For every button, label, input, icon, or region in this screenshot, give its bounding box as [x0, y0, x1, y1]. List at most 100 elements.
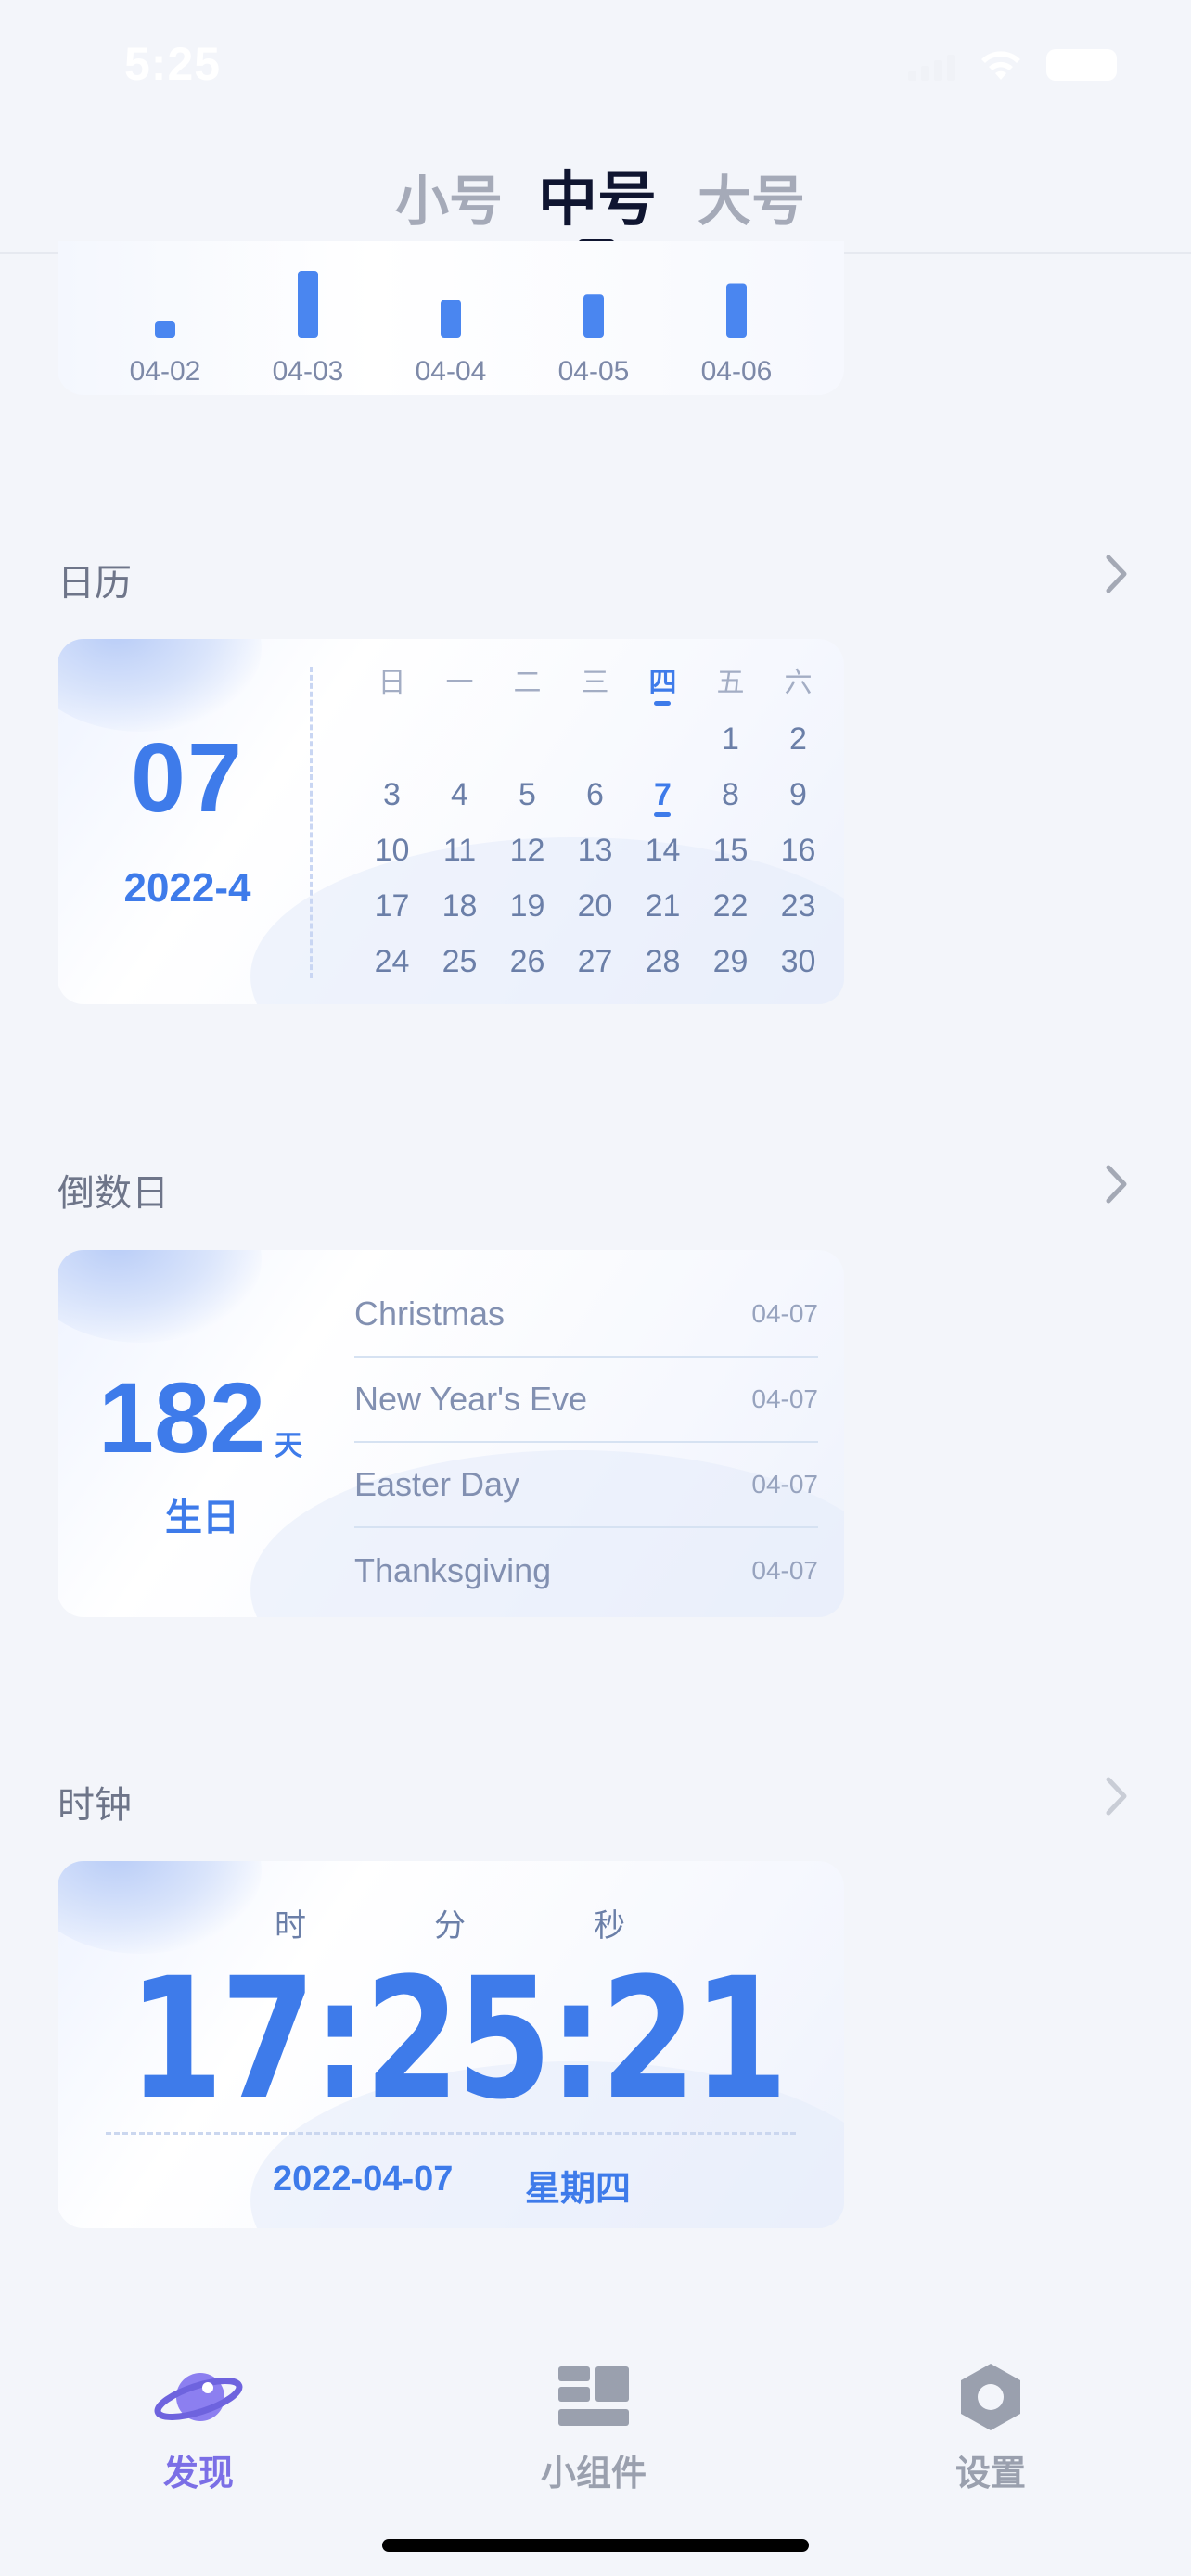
- calendar-date[interactable]: 8: [697, 767, 764, 823]
- bar-label: 04-03: [273, 356, 344, 387]
- tab-small[interactable]: 小号: [395, 158, 503, 236]
- tab-settings-label: 设置: [954, 2455, 1026, 2493]
- bar-04-06: [726, 283, 747, 338]
- bar-label: 04-04: [416, 356, 487, 387]
- countdown-row: Easter Day 04-07: [354, 1443, 818, 1528]
- calendar-date[interactable]: 1: [697, 711, 764, 767]
- calendar-date[interactable]: 25: [426, 934, 493, 989]
- countdown-event-name: Thanksgiving: [354, 1551, 552, 1589]
- today-marker: [654, 701, 671, 706]
- countdown-row: Christmas 04-07: [354, 1272, 818, 1358]
- weekday-header: 三: [581, 668, 609, 698]
- calendar-date[interactable]: 12: [493, 823, 561, 878]
- today-marker: [654, 812, 671, 817]
- calendar-date[interactable]: 4: [426, 767, 493, 823]
- countdown-row: New Year's Eve 04-07: [354, 1358, 818, 1443]
- bar-04-03: [298, 271, 318, 338]
- calendar-date[interactable]: 9: [764, 767, 832, 823]
- cellular-signal-icon: [908, 49, 955, 81]
- home-indicator: [382, 2539, 809, 2552]
- clock-hour-label: 时: [275, 1908, 306, 1944]
- calendar-date[interactable]: 5: [493, 767, 561, 823]
- tab-medium[interactable]: 中号: [538, 152, 657, 237]
- calendar-date[interactable]: 19: [493, 878, 561, 934]
- clock-time: 17:25:21: [128, 1943, 788, 2136]
- tab-discover[interactable]: 发现: [106, 2355, 291, 2495]
- weekday-header: 二: [513, 668, 542, 698]
- calendar-date[interactable]: 16: [764, 823, 832, 878]
- countdown-event-name: Christmas: [354, 1294, 506, 1333]
- calendar-empty-cell: [493, 711, 561, 767]
- weekday-header: 四: [629, 656, 697, 711]
- clock-widget[interactable]: 时 分 秒 17:25:21 2022-04-07 星期四: [58, 1861, 844, 2228]
- battery-icon: [1046, 49, 1124, 81]
- bar-label: 04-06: [701, 356, 773, 387]
- countdown-days: 182: [98, 1361, 266, 1473]
- steps-chart-widget[interactable]: 04-02 04-03 04-04 04-05 04-06: [58, 241, 844, 395]
- settings-hex-icon: [898, 2355, 1083, 2439]
- calendar-month: 2022-4: [123, 865, 251, 911]
- countdown-list: Christmas 04-07 New Year's Eve 04-07 Eas…: [354, 1272, 818, 1613]
- calendar-more-chevron-icon[interactable]: [1098, 551, 1135, 597]
- widgets-grid-icon: [501, 2355, 686, 2439]
- calendar-date[interactable]: 17: [358, 878, 426, 934]
- bar-04-02: [155, 321, 175, 338]
- clock-weekday: 星期四: [525, 2170, 632, 2209]
- countdown-event-name: New Year's Eve: [354, 1380, 588, 1418]
- tab-large[interactable]: 大号: [698, 158, 805, 236]
- calendar-date[interactable]: 15: [697, 823, 764, 878]
- calendar-date[interactable]: 11: [426, 823, 493, 878]
- calendar-widget[interactable]: 07 2022-4 日一二三四五六 1 2 3 4 5 6 7 8 9 10 11 12 13 14 15 16…: [58, 639, 844, 1004]
- calendar-date[interactable]: 10: [358, 823, 426, 878]
- wifi-icon: [981, 51, 1020, 80]
- weekday-header: 一: [445, 668, 474, 698]
- calendar-date[interactable]: 2: [764, 711, 832, 767]
- countdown-event-date: 04-07: [751, 1299, 818, 1328]
- countdown-event-name: Easter Day: [354, 1465, 520, 1503]
- clock-more-chevron-icon[interactable]: [1098, 1773, 1135, 1819]
- calendar-empty-cell: [358, 711, 426, 767]
- calendar-date[interactable]: 7: [629, 767, 697, 823]
- countdown-more-chevron-icon[interactable]: [1098, 1161, 1135, 1207]
- calendar-day: 07: [131, 723, 244, 833]
- calendar-date[interactable]: 30: [764, 934, 832, 989]
- calendar-date[interactable]: 6: [561, 767, 629, 823]
- calendar-date[interactable]: 28: [629, 934, 697, 989]
- weekday-header: 日: [378, 668, 406, 698]
- calendar-date[interactable]: 14: [629, 823, 697, 878]
- tab-widgets-label: 小组件: [540, 2455, 647, 2493]
- calendar-date[interactable]: 26: [493, 934, 561, 989]
- status-time: 5:25: [124, 38, 222, 90]
- bar-label: 04-02: [130, 356, 201, 387]
- calendar-section-title: 日历: [58, 563, 132, 604]
- clock-divider: [106, 2132, 796, 2135]
- status-icons: [908, 48, 1124, 82]
- calendar-date[interactable]: 18: [426, 878, 493, 934]
- countdown-section-title: 倒数日: [58, 1173, 169, 1214]
- calendar-date[interactable]: 13: [561, 823, 629, 878]
- calendar-divider: [310, 667, 313, 978]
- calendar-date[interactable]: 27: [561, 934, 629, 989]
- weekday-header: 五: [716, 668, 745, 698]
- decor-blob: [58, 1250, 262, 1343]
- countdown-widget[interactable]: 182 天 生日 Christmas 04-07 New Year's Eve …: [58, 1250, 844, 1617]
- calendar-date[interactable]: 29: [697, 934, 764, 989]
- bar-chart: 04-02 04-03 04-04 04-05 04-06: [130, 271, 773, 387]
- tab-settings[interactable]: 设置: [898, 2355, 1083, 2495]
- calendar-date[interactable]: 20: [561, 878, 629, 934]
- calendar-empty-cell: [561, 711, 629, 767]
- calendar-date[interactable]: 3: [358, 767, 426, 823]
- calendar-date[interactable]: 21: [629, 878, 697, 934]
- bar-04-04: [441, 300, 461, 338]
- countdown-row: Thanksgiving 04-07: [354, 1528, 818, 1613]
- countdown-event-date: 04-07: [751, 1470, 818, 1498]
- tab-widgets[interactable]: 小组件: [501, 2355, 686, 2495]
- calendar-date[interactable]: 22: [697, 878, 764, 934]
- countdown-event-date: 04-07: [751, 1384, 818, 1413]
- clock-section-title: 时钟: [58, 1785, 132, 1826]
- clock-second-label: 秒: [594, 1908, 625, 1944]
- calendar-date[interactable]: 24: [358, 934, 426, 989]
- countdown-unit: 天: [275, 1431, 302, 1461]
- calendar-grid: 日一二三四五六 1 2 3 4 5 6 7 8 9 10 11 12 13 14 15 16 17 18 19 20 21…: [358, 656, 822, 989]
- calendar-date[interactable]: 23: [764, 878, 832, 934]
